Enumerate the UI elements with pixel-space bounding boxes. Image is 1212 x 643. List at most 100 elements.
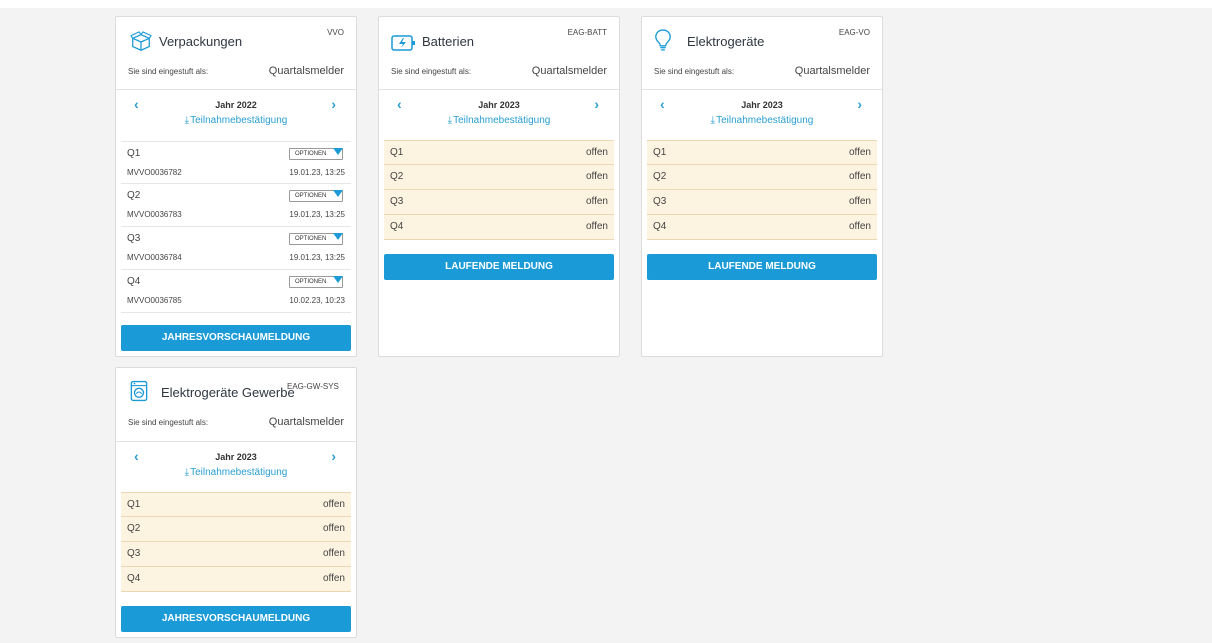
card-header: Elektrogeräte EAG-VO Sie sind eingestuft… <box>642 17 882 89</box>
options-dropdown[interactable]: OPTIONEN <box>289 233 343 245</box>
quarter-row[interactable]: Q1 offen <box>384 140 614 165</box>
quarter-row[interactable]: Q3 offen <box>384 190 614 215</box>
options-label: OPTIONEN <box>295 193 327 199</box>
top-bar <box>0 0 1212 8</box>
quarter-status: offen <box>322 548 345 559</box>
quarter-list: Q1 offen Q2 offen Q3 offen Q4 offen <box>384 140 614 240</box>
participation-label: Teilnahmebestätigung <box>453 115 551 126</box>
submission-id: MVVO0036783 <box>127 210 182 219</box>
participation-label: Teilnahmebestätigung <box>190 115 288 126</box>
divider <box>642 89 882 90</box>
quarter-row[interactable]: Q1 offen <box>647 140 877 165</box>
dropdown-triangle-icon <box>333 233 343 240</box>
card-title: Verpackungen <box>159 34 243 49</box>
card-title: Elektrogeräte Gewerbe <box>161 385 295 400</box>
download-icon: ⤓ <box>447 115 453 126</box>
classification-value: Quartalsmelder <box>794 65 870 77</box>
washing-machine-icon <box>130 380 148 402</box>
quarter-row[interactable]: Q2 offen <box>384 165 614 190</box>
quarter-row[interactable]: Q4 offen <box>647 215 877 240</box>
download-icon: ⤓ <box>184 467 190 478</box>
quarter-status: offen <box>585 147 608 158</box>
quarter-status: offen <box>848 171 871 182</box>
quarter-status: offen <box>322 523 345 534</box>
card-code: EAG-BATT <box>567 28 607 37</box>
quarter-label: Q2 <box>390 171 404 182</box>
participation-link[interactable]: ⤓Teilnahmebestätigung <box>379 115 619 126</box>
dropdown-triangle-icon <box>333 148 343 155</box>
classification-row: Sie sind eingestuft als: Quartalsmelder <box>128 416 344 432</box>
submission-row: Q1 OPTIONEN MVVO0036782 19.01.23, 13:25 <box>121 141 351 184</box>
year-navigation: ‹ Jahr 2023 › ⤓Teilnahmebestätigung <box>116 449 356 489</box>
quarter-label: Q4 <box>127 276 141 287</box>
classification-row: Sie sind eingestuft als: Quartalsmelder <box>128 65 344 81</box>
laufende-meldung-button[interactable]: LAUFENDE MELDUNG <box>647 254 877 280</box>
quarter-label: Q3 <box>127 548 141 559</box>
submission-id: MVVO0036784 <box>127 253 182 262</box>
quarter-row[interactable]: Q3 offen <box>121 542 351 567</box>
quarter-row[interactable]: Q4 offen <box>384 215 614 240</box>
quarter-label: Q1 <box>127 499 141 510</box>
next-year-icon[interactable]: › <box>331 97 336 111</box>
quarter-status: offen <box>585 221 608 232</box>
quarter-label: Q4 <box>127 573 141 584</box>
year-label: Jahr 2023 <box>215 452 257 462</box>
quarter-row[interactable]: Q1 offen <box>121 492 351 517</box>
card-header: Elektrogeräte Gewerbe EAG-GW-SYS Sie sin… <box>116 368 356 440</box>
divider <box>379 89 619 90</box>
next-year-icon[interactable]: › <box>331 449 336 463</box>
next-year-icon[interactable]: › <box>594 97 599 111</box>
participation-link[interactable]: ⤓Teilnahmebestätigung <box>116 467 356 478</box>
quarter-row[interactable]: Q2 offen <box>121 517 351 542</box>
submission-row: Q4 OPTIONEN MVVO0036785 10.02.23, 10:23 <box>121 270 351 313</box>
classification-value: Quartalsmelder <box>268 65 344 77</box>
card-header: Batterien EAG-BATT Sie sind eingestuft a… <box>379 17 619 89</box>
card-code: VVO <box>327 28 344 37</box>
quarter-row[interactable]: Q4 offen <box>121 567 351 592</box>
classification-row: Sie sind eingestuft als: Quartalsmelder <box>654 65 870 81</box>
year-label: Jahr 2022 <box>215 100 257 110</box>
submission-list: Q1 OPTIONEN MVVO0036782 19.01.23, 13:25 … <box>121 141 351 313</box>
laufende-meldung-button[interactable]: LAUFENDE MELDUNG <box>384 254 614 280</box>
options-dropdown[interactable]: OPTIONEN <box>289 190 343 202</box>
card-title: Batterien <box>422 34 475 49</box>
quarter-list: Q1 offen Q2 offen Q3 offen Q4 offen <box>121 492 351 592</box>
participation-link[interactable]: ⤓Teilnahmebestätigung <box>116 115 356 126</box>
participation-link[interactable]: ⤓Teilnahmebestätigung <box>642 115 882 126</box>
submission-date: 19.01.23, 13:25 <box>289 168 345 177</box>
classification-value: Quartalsmelder <box>531 65 607 77</box>
divider <box>116 89 356 90</box>
classification-row: Sie sind eingestuft als: Quartalsmelder <box>391 65 607 81</box>
card-verpackungen: Verpackungen VVO Sie sind eingestuft als… <box>115 16 357 357</box>
quarter-label: Q1 <box>390 147 404 158</box>
next-year-icon[interactable]: › <box>857 97 862 111</box>
quarter-status: offen <box>848 196 871 207</box>
divider <box>116 441 356 442</box>
card-batterien: Batterien EAG-BATT Sie sind eingestuft a… <box>378 16 620 357</box>
participation-label: Teilnahmebestätigung <box>716 115 814 126</box>
jahresvorschaumeldung-button[interactable]: JAHRESVORSCHAUMELDUNG <box>121 325 351 351</box>
quarter-status: offen <box>322 499 345 510</box>
package-icon <box>130 31 152 51</box>
classification-value: Quartalsmelder <box>268 416 344 428</box>
card-header: Verpackungen VVO Sie sind eingestuft als… <box>116 17 356 89</box>
quarter-row[interactable]: Q3 offen <box>647 190 877 215</box>
year-label: Jahr 2023 <box>741 100 783 110</box>
classification-label: Sie sind eingestuft als: <box>128 418 209 427</box>
submission-id: MVVO0036785 <box>127 296 182 305</box>
quarter-row[interactable]: Q2 offen <box>647 165 877 190</box>
quarter-label: Q2 <box>653 171 667 182</box>
quarter-list: Q1 offen Q2 offen Q3 offen Q4 offen <box>647 140 877 240</box>
quarter-label: Q2 <box>127 190 141 201</box>
options-dropdown[interactable]: OPTIONEN <box>289 276 343 288</box>
submission-row: Q3 OPTIONEN MVVO0036784 19.01.23, 13:25 <box>121 227 351 270</box>
year-navigation: ‹ Jahr 2023 › ⤓Teilnahmebestätigung <box>642 97 882 137</box>
quarter-label: Q3 <box>127 233 141 244</box>
card-elektrogeraete-gewerbe: Elektrogeräte Gewerbe EAG-GW-SYS Sie sin… <box>115 367 357 638</box>
year-label: Jahr 2023 <box>478 100 520 110</box>
options-dropdown[interactable]: OPTIONEN <box>289 148 343 160</box>
options-label: OPTIONEN <box>295 279 327 285</box>
submission-date: 19.01.23, 13:25 <box>289 253 345 262</box>
jahresvorschaumeldung-button[interactable]: JAHRESVORSCHAUMELDUNG <box>121 606 351 632</box>
quarter-status: offen <box>848 221 871 232</box>
